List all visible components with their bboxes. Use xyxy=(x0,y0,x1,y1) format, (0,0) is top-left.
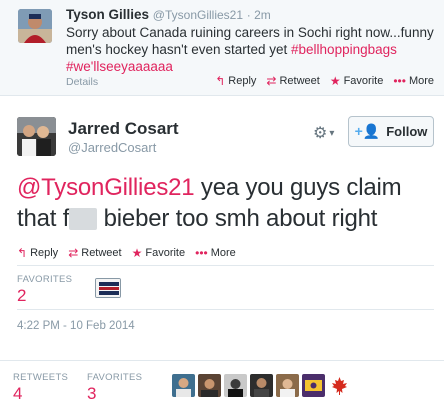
parent-author-handle[interactable]: @TysonGillies21 xyxy=(153,8,243,22)
favoriters-list xyxy=(172,374,351,397)
footer-favorites-count[interactable]: 3 xyxy=(87,384,96,404)
hashtag-bellhoppingbags[interactable]: #bellhoppingbags xyxy=(291,42,397,57)
favoriter-avatar[interactable] xyxy=(95,278,121,298)
parent-author[interactable]: Tyson Gillies @TysonGillies21 · 2m xyxy=(66,7,271,22)
favoriter-avatar[interactable] xyxy=(198,374,221,397)
more-dots-icon: ••• xyxy=(393,74,406,88)
reply-icon: ↰ xyxy=(215,74,226,88)
tweet-timestamp[interactable]: 4:22 PM - 10 Feb 2014 xyxy=(17,320,135,332)
favorite-star-icon: ★ xyxy=(329,74,341,88)
canada-flag-avatar[interactable] xyxy=(328,374,351,397)
favoriter-avatar[interactable] xyxy=(276,374,299,397)
reply-icon: ↰ xyxy=(17,246,28,260)
favoriter-avatar[interactable] xyxy=(250,374,273,397)
parent-avatar[interactable] xyxy=(18,9,52,43)
more-dots-icon: ••• xyxy=(195,246,208,260)
favoriter-avatar[interactable] xyxy=(172,374,195,397)
main-reply-button[interactable]: ↰ Reply xyxy=(17,246,58,260)
reply-label: Reply xyxy=(228,75,257,87)
favorite-label: Favorite xyxy=(145,247,186,259)
main-retweet-button[interactable]: ⇄ Retweet xyxy=(68,246,121,260)
more-label: More xyxy=(210,247,236,259)
favoriter-avatar[interactable] xyxy=(302,374,325,397)
gear-icon: ⚙ xyxy=(313,125,328,142)
more-label: More xyxy=(408,75,434,87)
divider xyxy=(17,309,434,310)
retweet-icon: ⇄ xyxy=(266,74,277,88)
follow-label: Follow xyxy=(386,124,428,139)
favorite-star-icon: ★ xyxy=(131,246,143,260)
parent-tweet: Tyson Gillies @TysonGillies21 · 2m Sorry… xyxy=(0,0,444,96)
divider xyxy=(17,265,434,266)
favorite-label: Favorite xyxy=(343,75,384,87)
favorites-label[interactable]: FAVORITES xyxy=(17,274,72,285)
mention-link[interactable]: @TysonGillies21 xyxy=(17,174,195,201)
user-actions-dropdown[interactable]: ⚙ ▾ xyxy=(313,122,351,144)
main-avatar[interactable] xyxy=(17,117,56,156)
censor-blur xyxy=(69,208,98,230)
tweet-text-part2: bieber too smh about right xyxy=(97,205,378,232)
retweets-label[interactable]: RETWEETS xyxy=(13,372,68,383)
divider xyxy=(0,360,444,361)
parent-reply-button[interactable]: ↰ Reply xyxy=(215,74,256,88)
follow-button[interactable]: +👤 Follow xyxy=(348,116,434,147)
main-actions: ↰ Reply ⇄ Retweet ★ Favorite ••• More xyxy=(17,246,236,260)
main-favorite-button[interactable]: ★ Favorite xyxy=(132,246,186,260)
parent-details-link[interactable]: Details xyxy=(66,76,98,88)
footer-favorites-label[interactable]: FAVORITES xyxy=(87,372,142,383)
retweet-label: Retweet xyxy=(81,247,122,259)
retweet-label: Retweet xyxy=(279,75,320,87)
main-more-button[interactable]: ••• More xyxy=(195,246,236,260)
favorites-count[interactable]: 2 xyxy=(17,286,26,306)
reply-label: Reply xyxy=(30,247,59,259)
main-author-name[interactable]: Jarred Cosart xyxy=(68,119,179,139)
hashtag-wellseeyaaaaaa[interactable]: #we'llseeyaaaaaa xyxy=(66,59,173,74)
parent-tweet-time[interactable]: · 2m xyxy=(247,8,271,22)
parent-favorite-button[interactable]: ★ Favorite xyxy=(330,74,384,88)
parent-tweet-text: Sorry about Canada ruining careers in So… xyxy=(66,24,436,75)
follow-person-icon: +👤 xyxy=(354,123,381,139)
chevron-down-icon: ▾ xyxy=(329,127,335,139)
parent-more-button[interactable]: ••• More xyxy=(393,74,434,88)
parent-actions: ↰ Reply ⇄ Retweet ★ Favorite ••• More xyxy=(215,74,434,88)
parent-retweet-button[interactable]: ⇄ Retweet xyxy=(266,74,319,88)
main-author-handle[interactable]: @JarredCosart xyxy=(68,140,156,155)
favoriter-avatar[interactable] xyxy=(224,374,247,397)
retweets-count[interactable]: 4 xyxy=(13,384,22,404)
parent-author-name[interactable]: Tyson Gillies xyxy=(66,7,149,22)
main-tweet-text: @TysonGillies21 yea you guys claim that … xyxy=(17,172,437,234)
retweet-icon: ⇄ xyxy=(68,246,79,260)
